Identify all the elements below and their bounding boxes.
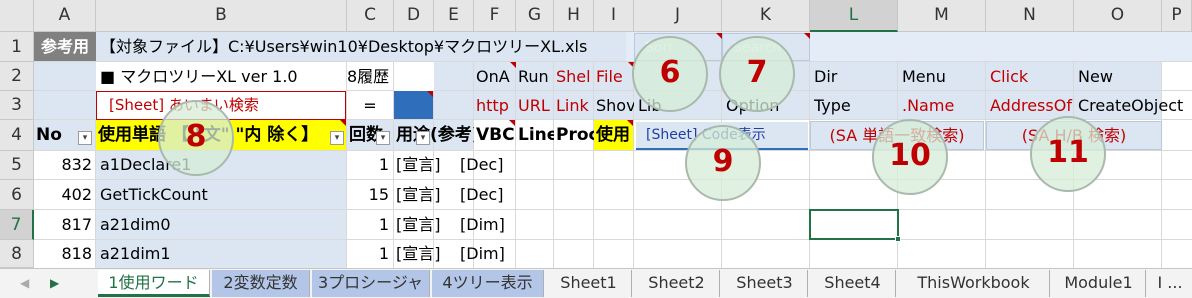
table-row-count[interactable]: 15 (347, 180, 389, 210)
col-header-a[interactable]: A (34, 0, 96, 32)
filter-dropdown-icon[interactable]: ▾ (78, 131, 92, 145)
table-row-type[interactable]: [Dec] (460, 180, 514, 210)
table-row-type[interactable]: [Dim] (460, 240, 514, 268)
comment-marker (427, 91, 433, 97)
comment-marker (340, 120, 346, 126)
table-row-type[interactable]: [Dec] (460, 151, 514, 180)
col-header-p[interactable]: P (1162, 0, 1192, 32)
table-row-no[interactable]: 817 (34, 210, 92, 240)
table-row-type[interactable]: [Dim] (460, 210, 514, 240)
annotation-marker: 8 (158, 100, 234, 176)
tab-sheet4[interactable]: Sheet4 (810, 270, 896, 297)
cell-l2[interactable]: Dir (814, 62, 898, 91)
select-all-corner[interactable] (0, 0, 34, 32)
cell-m3[interactable]: .Name (902, 91, 986, 120)
annotation-marker: 6 (632, 36, 708, 112)
comment-marker (804, 33, 810, 39)
col-header-b[interactable]: B (96, 0, 347, 32)
col-header-i[interactable]: I (594, 0, 634, 32)
table-row-word[interactable]: a21dim1 (100, 240, 346, 268)
fill-handle[interactable] (895, 236, 901, 242)
col-header-c[interactable]: C (347, 0, 394, 32)
annotation-marker: 10 (872, 119, 948, 195)
active-cell[interactable] (809, 209, 899, 240)
tab-thisworkbook[interactable]: ThisWorkbook (898, 270, 1050, 297)
cell-h2[interactable]: Shel (556, 62, 594, 91)
row-header-2[interactable]: 2 (0, 62, 34, 91)
table-row-no[interactable]: 818 (34, 240, 92, 268)
table-row-no[interactable]: 402 (34, 180, 92, 210)
comment-marker (627, 120, 633, 126)
annotation-marker: 7 (719, 36, 795, 112)
cell-m2[interactable]: Menu (902, 62, 986, 91)
row-header-1[interactable]: 1 (0, 32, 34, 62)
annotation-marker: 9 (685, 125, 761, 201)
table-row-kind[interactable]: [宣言] (396, 240, 456, 268)
cell-e2-e3-bg (434, 62, 474, 120)
row-header-4[interactable]: 4 (0, 120, 34, 151)
col-header-h[interactable]: H (554, 0, 594, 32)
table-row-word[interactable]: a21dim0 (100, 210, 346, 240)
cell-b2-version[interactable]: ■ マクロツリーXL ver 1.0 (96, 62, 346, 91)
cell-c2-history[interactable]: 8履歴 (346, 62, 394, 91)
tab-3-procedures[interactable]: 3プロシージャ (312, 270, 430, 297)
tab-sheet3[interactable]: Sheet3 (722, 270, 808, 297)
cell-c3[interactable]: = (346, 91, 394, 120)
cell-h4[interactable]: Proc (556, 120, 594, 151)
table-row-kind[interactable]: [宣言] (396, 210, 456, 240)
cell-n2[interactable]: Click (990, 62, 1074, 91)
cell-b1-target-file[interactable]: 【対象ファイル】C:¥Users¥win10¥Desktop¥マクロツリーXL.… (100, 32, 630, 62)
col-header-f[interactable]: F (474, 0, 516, 32)
cell-f3[interactable]: http (476, 91, 516, 120)
col-header-k[interactable]: K (722, 0, 810, 32)
filter-dropdown-icon[interactable]: ▾ (330, 131, 344, 145)
tab-scroll-left-icon[interactable]: ◀ (20, 272, 34, 294)
table-row-kind[interactable]: [宣言] (396, 151, 456, 180)
tab-4-tree-view[interactable]: 4ツリー表示 (432, 270, 544, 297)
col-header-d[interactable]: D (394, 0, 434, 32)
cell-o2[interactable]: New (1078, 62, 1162, 91)
table-row-count[interactable]: 1 (347, 240, 389, 268)
tab-1-used-words[interactable]: 1使用ワード (98, 270, 210, 297)
col-header-l[interactable]: L (810, 0, 898, 32)
tab-module1[interactable]: Module1 (1052, 270, 1146, 297)
row-header-8[interactable]: 8 (0, 240, 34, 268)
tab-2-variables[interactable]: 2変数定数 (212, 270, 310, 297)
row-header-7[interactable]: 7 (0, 210, 34, 240)
cell-g3[interactable]: URL (518, 91, 554, 120)
cell-g4[interactable]: Line (518, 120, 554, 151)
table-row-kind[interactable]: [宣言] (396, 180, 456, 210)
cell-h3[interactable]: Link (556, 91, 594, 120)
cell-o3[interactable]: CreateObject (1078, 91, 1192, 120)
col-header-j[interactable]: J (634, 0, 722, 32)
filter-dropdown-icon[interactable]: ▾ (416, 131, 430, 145)
table-row-no[interactable]: 832 (34, 151, 92, 180)
tab-scroll-right-icon[interactable]: ▶ (50, 272, 64, 294)
cell-i3[interactable]: Shov (596, 91, 634, 120)
col-header-m[interactable]: M (898, 0, 986, 32)
header-usage[interactable]: 用途(参考) (396, 120, 474, 151)
col-header-o[interactable]: O (1074, 0, 1162, 32)
cell-l3[interactable]: Type (814, 91, 898, 120)
comment-marker (510, 62, 516, 68)
annotation-marker: 11 (1030, 116, 1106, 192)
row-header-5[interactable]: 5 (0, 151, 34, 180)
row-header-3[interactable]: 3 (0, 91, 34, 120)
cell-d2[interactable] (394, 62, 434, 91)
col-header-n[interactable]: N (986, 0, 1074, 32)
col-header-g[interactable]: G (516, 0, 554, 32)
row-header-6[interactable]: 6 (0, 180, 34, 210)
tab-more[interactable]: I ... (1148, 270, 1192, 297)
cell-a1-reference[interactable]: 参考用 (34, 32, 96, 62)
tab-sheet1[interactable]: Sheet1 (546, 270, 632, 297)
comment-marker (509, 120, 515, 126)
col-header-e[interactable]: E (434, 0, 474, 32)
table-row-word[interactable]: GetTickCount (100, 180, 346, 210)
filter-dropdown-icon[interactable]: ▾ (376, 131, 390, 145)
cell-a2-a3-bg (34, 62, 96, 120)
cell-g2[interactable]: Run (518, 62, 554, 91)
tab-sheet2[interactable]: Sheet2 (634, 270, 720, 297)
table-row-count[interactable]: 1 (347, 151, 389, 180)
table-row-count[interactable]: 1 (347, 210, 389, 240)
